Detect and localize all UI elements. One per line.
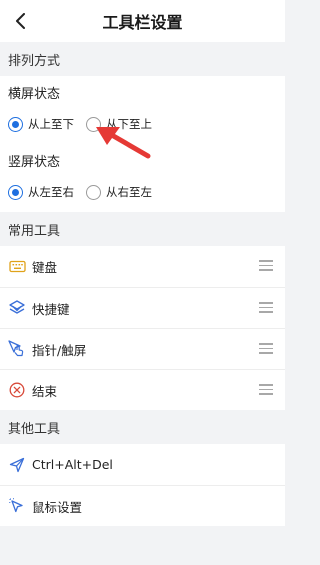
tool-label: 快捷键	[32, 301, 70, 317]
radio-checked-icon	[8, 116, 23, 132]
section-label-other-tools: 其他工具	[0, 410, 285, 444]
shortcut-icon	[9, 299, 25, 314]
back-button[interactable]	[6, 6, 36, 36]
radio-label: 从左至右	[28, 185, 74, 199]
keyboard-icon	[8, 260, 26, 273]
radio-unchecked-icon	[86, 184, 101, 200]
radio-unchecked-icon	[86, 116, 101, 132]
portrait-group: 竖屏状态 从左至右 从右至左	[0, 144, 285, 212]
drag-handle-icon[interactable]	[259, 384, 273, 396]
tool-label: Ctrl+Alt+Del	[32, 457, 113, 472]
tool-item-pointer-touch[interactable]: 指针/触屏	[0, 328, 285, 369]
tool-item-mouse-settings[interactable]: 鼠标设置	[0, 485, 285, 526]
page-title: 工具栏设置	[102, 13, 183, 32]
tool-item-ctrl-alt-del[interactable]: Ctrl+Alt+Del	[0, 444, 285, 485]
radio-label: 从右至左	[106, 185, 152, 199]
landscape-radio-group: 从上至下 从下至上	[8, 104, 277, 144]
radio-bottom-to-top[interactable]: 从下至上	[86, 116, 152, 132]
drag-handle-icon[interactable]	[259, 260, 273, 272]
drag-handle-icon[interactable]	[259, 343, 273, 355]
top-bar: 工具栏设置	[0, 0, 285, 42]
landscape-title: 横屏状态	[8, 87, 61, 102]
radio-label: 从下至上	[106, 117, 152, 131]
section-label-common-tools: 常用工具	[0, 212, 285, 246]
pointer-touch-icon	[8, 340, 24, 357]
tool-label: 结束	[32, 383, 58, 399]
portrait-radio-group: 从左至右 从右至左	[8, 172, 277, 212]
tool-label: 键盘	[32, 260, 58, 275]
drag-handle-icon[interactable]	[259, 302, 273, 314]
chevron-left-icon	[16, 13, 25, 29]
radio-label: 从上至下	[28, 117, 74, 131]
close-circle-icon	[9, 382, 25, 398]
tool-item-keyboard[interactable]: 键盘	[0, 246, 285, 287]
tool-item-shortcut[interactable]: 快捷键	[0, 287, 285, 328]
radio-right-to-left[interactable]: 从右至左	[86, 184, 152, 200]
radio-top-to-bottom[interactable]: 从上至下	[8, 116, 74, 132]
tool-item-end[interactable]: 结束	[0, 369, 285, 410]
tool-label: 指针/触屏	[32, 342, 87, 358]
portrait-title: 竖屏状态	[8, 155, 61, 170]
radio-checked-icon	[8, 184, 23, 200]
arrangement-card: 横屏状态 从上至下 从下至上 竖屏状态 从左至右 从右至左	[0, 76, 285, 212]
radio-left-to-right[interactable]: 从左至右	[8, 184, 74, 200]
mouse-cursor-icon	[9, 498, 23, 513]
landscape-group: 横屏状态 从上至下 从下至上	[0, 76, 285, 144]
tool-label: 鼠标设置	[32, 499, 83, 515]
send-icon	[9, 457, 25, 472]
section-label-arrangement: 排列方式	[0, 42, 285, 76]
